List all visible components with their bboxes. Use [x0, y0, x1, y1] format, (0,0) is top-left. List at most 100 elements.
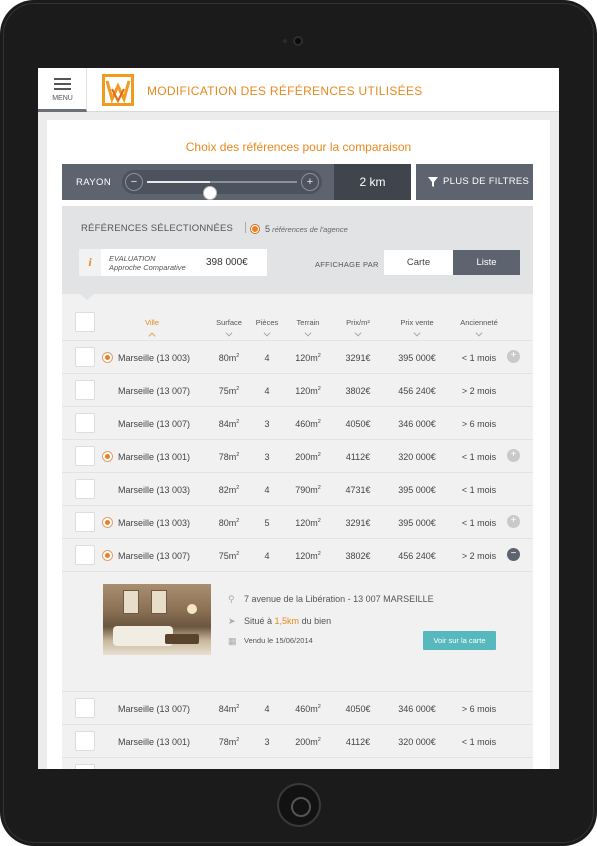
row-checkbox[interactable] — [75, 413, 95, 433]
cell-prix-m2: 3291€ — [345, 353, 371, 363]
radius-decrease-button[interactable]: − — [125, 173, 143, 191]
cell-terrain: 460m2 — [295, 419, 321, 429]
table-header: Ville Surface Pièces Terrain Prix/m² Pri… — [62, 294, 533, 340]
cell-prix-m2: 3802€ — [345, 386, 371, 396]
agency-dot-icon — [103, 518, 112, 527]
row-checkbox[interactable] — [75, 731, 95, 751]
cell-prix-m2: 3802€ — [345, 551, 371, 561]
cell-anciennete: > 2 mois — [461, 386, 497, 396]
radius-value: 2 km — [334, 164, 411, 200]
slider-handle[interactable] — [203, 186, 217, 200]
cell-prix-vente: 395 000€ — [398, 485, 436, 495]
cell-surface: 75m2 — [218, 551, 240, 561]
column-prix-m2[interactable]: Prix/m² — [338, 318, 378, 337]
cell-prix-m2: 3291€ — [345, 518, 371, 528]
collapse-row-button[interactable]: − — [507, 548, 520, 561]
agency-dot-icon — [103, 353, 112, 362]
cell-prix-vente: 456 240€ — [398, 386, 436, 396]
radius-increase-button[interactable]: + — [301, 173, 319, 191]
table-row[interactable]: Marseille (13 007) 75m2 4 120m2 3802€ 456 240… — [62, 538, 533, 571]
expand-row-button[interactable]: + — [507, 515, 520, 528]
property-photo — [103, 584, 211, 655]
row-checkbox[interactable] — [75, 512, 95, 532]
column-ville[interactable]: Ville — [132, 318, 172, 340]
menu-button[interactable]: MENU — [38, 68, 87, 112]
row-checkbox[interactable] — [75, 446, 95, 466]
expand-row-button[interactable]: + — [507, 350, 520, 363]
chevron-down-icon — [413, 329, 421, 337]
cell-prix-vente: 320 000€ — [398, 452, 436, 462]
agency-dot-icon — [103, 551, 112, 560]
chevron-down-icon — [225, 329, 233, 337]
more-filters-button[interactable]: PLUS DE FILTRES — [416, 164, 533, 200]
cell-anciennete: < 1 mois — [461, 518, 497, 528]
slider-track[interactable] — [147, 181, 297, 200]
agency-dot-icon — [251, 225, 259, 233]
navigation-icon: ➤ — [228, 616, 236, 626]
cell-ville: Marseille (13 007) — [118, 704, 191, 714]
cell-ville: Marseille (13 003) — [118, 518, 191, 528]
table-row[interactable]: Marseille (13 003)82m24790m24731€395 000… — [62, 472, 533, 505]
cell-surface: 75m2 — [218, 386, 240, 396]
cell-terrain: 200m2 — [295, 452, 321, 462]
column-surface[interactable]: Surface — [211, 318, 247, 337]
table-row[interactable]: Marseille (13 007) 84m2 3 460m2 4050€ 346 000… — [62, 406, 533, 439]
distance-value: 1,5km — [274, 616, 300, 626]
column-pieces[interactable]: Pièces — [250, 318, 284, 337]
table-row[interactable]: Marseille (13 001) 78m2 3 200m2 4112€ 320 000… — [62, 439, 533, 472]
cell-terrain: 120m2 — [295, 518, 321, 528]
cell-surface: 84m2 — [218, 419, 240, 429]
table-row[interactable]: Marseille (13 007) 84m2 4 460m2 4050€ 346 000… — [62, 691, 533, 724]
radius-slider[interactable]: − + — [122, 170, 322, 200]
cell-pieces: 3 — [264, 737, 270, 747]
cell-ville: Marseille (13 003) — [118, 353, 191, 363]
cell-terrain: 120m2 — [295, 551, 321, 561]
column-terrain[interactable]: Terrain — [288, 318, 328, 337]
hamburger-icon — [54, 78, 71, 90]
select-all-checkbox[interactable] — [75, 312, 95, 332]
agency-count-label: références de l'agence — [272, 225, 348, 234]
table-row[interactable]: Marseille (13 003) 80m2 5 120m2 3291€ 395 000… — [62, 505, 533, 538]
detail-sold-date: ▦ Vendu le 15/06/2014 — [228, 636, 313, 646]
cell-prix-vente: 395 000€ — [398, 518, 436, 528]
cell-ville: Marseille (13 007) — [118, 419, 191, 429]
filter-icon — [428, 177, 438, 187]
column-prix-vente[interactable]: Prix vente — [390, 318, 444, 337]
top-bar: MENU MODIFICATION DES RÉFÉRENCES UTILISÉ… — [38, 68, 559, 112]
cell-anciennete: > 6 mois — [461, 419, 497, 429]
row-checkbox[interactable] — [75, 698, 95, 718]
display-map-toggle[interactable]: Carte — [384, 250, 453, 275]
reference-detail: ⚲ 7 avenue de la Libération - 13 007 MAR… — [62, 571, 533, 691]
display-list-toggle[interactable]: Liste — [453, 250, 520, 275]
row-checkbox[interactable] — [75, 545, 95, 565]
row-checkbox[interactable] — [75, 479, 95, 499]
cell-pieces: 4 — [264, 704, 270, 714]
column-anciennete[interactable]: Ancienneté — [451, 318, 507, 337]
cell-prix-vente: 320 000€ — [398, 737, 436, 747]
cell-terrain: 790m2 — [295, 485, 321, 495]
agency-count: 5 — [265, 224, 271, 234]
cell-prix-m2: 4731€ — [345, 485, 371, 495]
table-row[interactable]: Marseille (13 003)82m24790m24731€395 000… — [62, 757, 533, 769]
cell-prix-vente: 456 240€ — [398, 551, 436, 561]
view-on-map-button[interactable]: Voir sur la carte — [423, 631, 496, 650]
cell-terrain: 120m2 — [295, 386, 321, 396]
expand-row-button[interactable]: + — [507, 449, 520, 462]
row-checkbox[interactable] — [75, 764, 95, 769]
table-row[interactable]: Marseille (13 003) 80m2 4 120m2 3291€ 395 000… — [62, 340, 533, 373]
home-button[interactable] — [277, 783, 321, 827]
calendar-icon: ▦ — [228, 636, 237, 646]
table-row[interactable]: Marseille (13 001) 78m2 3 200m2 4112€ 320 000… — [62, 724, 533, 757]
cell-terrain: 120m2 — [295, 353, 321, 363]
evaluation-label: EVALUATION Approche Comparative — [109, 254, 186, 272]
chevron-down-icon — [304, 329, 312, 337]
cell-ville: Marseille (13 003) — [118, 485, 191, 495]
row-checkbox[interactable] — [75, 380, 95, 400]
cell-surface: 84m2 — [218, 704, 240, 714]
section-subtitle: Choix des références pour la comparaison — [185, 140, 412, 154]
references-table: Ville Surface Pièces Terrain Prix/m² Pri… — [62, 294, 533, 769]
row-checkbox[interactable] — [75, 347, 95, 367]
cell-surface: 82m2 — [218, 485, 240, 495]
table-row[interactable]: Marseille (13 007) 75m2 4 120m2 3802€ 456 240… — [62, 373, 533, 406]
agency-count-text: 5 références de l'agence — [265, 224, 348, 234]
